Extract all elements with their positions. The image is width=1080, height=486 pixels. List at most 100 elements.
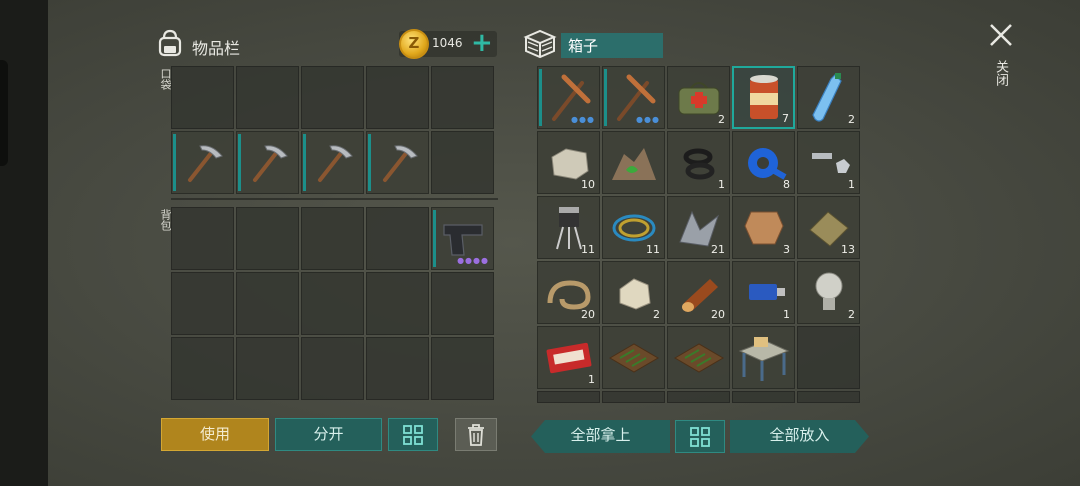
chest-slot[interactable]: ●●● — [537, 66, 600, 129]
put-all-button[interactable]: 全部放入 — [730, 420, 869, 453]
pocket-slot[interactable] — [366, 66, 429, 129]
chest-slot-partial[interactable] — [602, 391, 665, 403]
durability-bar — [303, 134, 306, 191]
chest-slot[interactable]: 8 — [732, 131, 795, 194]
device-bezel — [0, 0, 48, 486]
backpack-slot[interactable] — [171, 207, 234, 270]
pocket-slot[interactable] — [171, 66, 234, 129]
item-quantity: 7 — [782, 112, 789, 125]
pocket-slot[interactable] — [366, 131, 429, 194]
durability-bar — [539, 69, 542, 126]
split-button[interactable]: 分开 — [275, 418, 382, 451]
chest-slot[interactable]: 2 — [667, 66, 730, 129]
rarity-dots: ●●●● — [457, 256, 489, 265]
durability-bar — [604, 69, 607, 126]
chest-slot[interactable]: 10 — [537, 131, 600, 194]
item-quantity: 20 — [581, 308, 595, 321]
chest-slot[interactable]: 20 — [667, 261, 730, 324]
chest-slot[interactable]: 11 — [537, 196, 600, 259]
pocket-slot[interactable] — [236, 66, 299, 129]
durability-bar — [433, 210, 436, 267]
chest-slot-partial[interactable] — [732, 391, 795, 403]
chest-slot[interactable]: 11 — [602, 196, 665, 259]
chest-slot[interactable]: 1 — [797, 131, 860, 194]
backpack-slot[interactable] — [366, 337, 429, 400]
trash-button[interactable] — [455, 418, 497, 451]
close-label[interactable]: 关闭 — [991, 60, 1010, 86]
bezel-notch — [0, 60, 8, 166]
chest-slot[interactable]: 3 — [732, 196, 795, 259]
backpack-slot[interactable]: ●●●● — [431, 207, 494, 270]
add-coins-button[interactable]: + — [471, 29, 493, 57]
item-quantity: 3 — [783, 243, 790, 256]
inventory-header: 物品栏 Z 1046 + — [155, 26, 500, 64]
inventory-title: 物品栏 — [192, 39, 241, 58]
item-quantity: 2 — [718, 113, 725, 126]
coin-balance: Z 1046 + — [399, 29, 497, 59]
chest-slot[interactable]: 1 — [537, 326, 600, 389]
durability-bar — [238, 134, 241, 191]
chest-slot[interactable]: 1 — [732, 261, 795, 324]
chest-slot[interactable]: 2 — [797, 66, 860, 129]
sort-chest-button[interactable] — [675, 420, 725, 453]
item-quantity: 20 — [711, 308, 725, 321]
grid-sort-icon — [690, 426, 710, 447]
item-quantity: 1 — [783, 308, 790, 321]
take-all-button[interactable]: 全部拿上 — [531, 420, 670, 453]
durability-bar — [173, 134, 176, 191]
item-quantity: 1 — [588, 373, 595, 386]
backpack-slot[interactable] — [236, 337, 299, 400]
chest-slot[interactable] — [732, 326, 795, 389]
pocket-slot[interactable] — [301, 66, 364, 129]
chest-slot-partial[interactable] — [537, 391, 600, 403]
backpack-slot[interactable] — [301, 207, 364, 270]
item-quantity: 13 — [841, 243, 855, 256]
chest-title: 箱子 — [561, 33, 663, 58]
backpack-slot[interactable] — [171, 337, 234, 400]
backpack-grid: ●●●● — [171, 207, 494, 400]
chest-slot[interactable]: ●●● — [602, 66, 665, 129]
backpack-slot[interactable] — [366, 272, 429, 335]
pocket-grid — [171, 66, 494, 194]
chest-slot[interactable]: 7 — [732, 66, 795, 129]
backpack-slot[interactable] — [431, 337, 494, 400]
chest-slot-partial[interactable] — [797, 391, 860, 403]
pocket-slot[interactable] — [431, 66, 494, 129]
chest-slot[interactable] — [602, 326, 665, 389]
chest-slot[interactable]: 2 — [602, 261, 665, 324]
rarity-dots: ●●● — [571, 115, 595, 124]
item-quantity: 21 — [711, 243, 725, 256]
backpack-slot[interactable] — [366, 207, 429, 270]
pocket-slot[interactable] — [301, 131, 364, 194]
item-quantity: 1 — [718, 178, 725, 191]
chest-slot[interactable] — [797, 326, 860, 389]
section-divider — [171, 198, 498, 200]
chest-slot[interactable] — [602, 131, 665, 194]
coin-count: 1046 — [432, 36, 463, 50]
chest-slot[interactable]: 13 — [797, 196, 860, 259]
coin-icon: Z — [399, 29, 429, 59]
pocket-slot[interactable] — [431, 131, 494, 194]
backpack-slot[interactable] — [236, 272, 299, 335]
chest-slot[interactable]: 1 — [667, 131, 730, 194]
pocket-slot[interactable] — [236, 131, 299, 194]
item-quantity: 11 — [646, 243, 660, 256]
backpack-slot[interactable] — [236, 207, 299, 270]
backpack-slot[interactable] — [301, 272, 364, 335]
item-quantity: 2 — [848, 308, 855, 321]
chest-slot[interactable]: 21 — [667, 196, 730, 259]
chest-slot[interactable] — [667, 326, 730, 389]
backpack-slot[interactable] — [431, 272, 494, 335]
backpack-slot[interactable] — [171, 272, 234, 335]
backpack-slot[interactable] — [301, 337, 364, 400]
item-quantity: 10 — [581, 178, 595, 191]
pocket-slot[interactable] — [171, 131, 234, 194]
close-icon[interactable] — [988, 22, 1014, 48]
use-button[interactable]: 使用 — [161, 418, 269, 451]
grid-sort-icon — [403, 424, 423, 445]
chest-slot[interactable]: 20 — [537, 261, 600, 324]
chest-slot[interactable]: 2 — [797, 261, 860, 324]
sort-inventory-button[interactable] — [388, 418, 438, 451]
chest-slot-partial[interactable] — [667, 391, 730, 403]
item-quantity: 2 — [848, 113, 855, 126]
